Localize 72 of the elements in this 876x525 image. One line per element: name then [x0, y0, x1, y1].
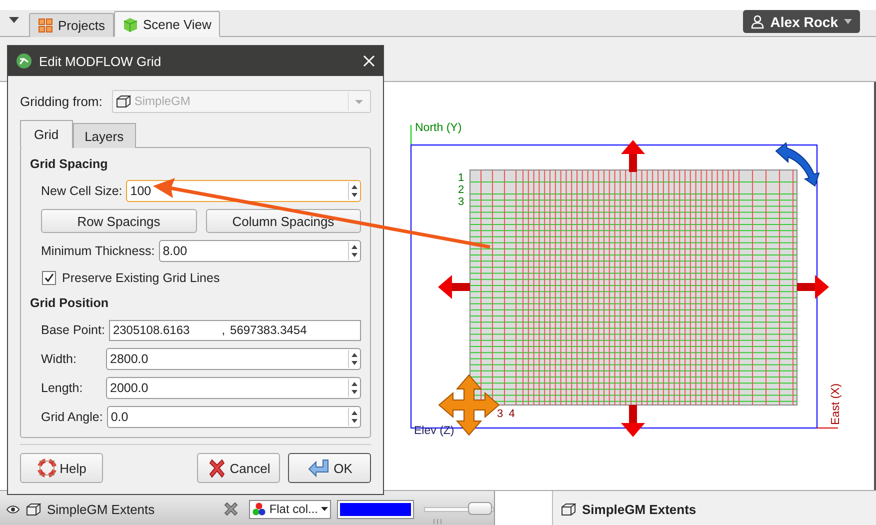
view-tab[interactable]: Scene View: [114, 11, 220, 37]
checkbox[interactable]: [42, 271, 56, 285]
dialog-button[interactable]: OK: [288, 453, 371, 483]
field-label: Length:: [41, 381, 84, 395]
spin-arrows-icon[interactable]: [348, 379, 360, 397]
caret-icon: [844, 18, 852, 24]
field-label: New Cell Size:: [41, 184, 122, 198]
opacity-slider[interactable]: [424, 502, 494, 516]
field-label: Gridding from:: [20, 94, 102, 108]
enter-arrow-icon: [306, 458, 331, 478]
cross-icon: [206, 458, 227, 478]
spacing-button[interactable]: Column Spacings: [206, 209, 361, 233]
lifebuoy-icon: [36, 458, 57, 478]
eye-icon[interactable]: [6, 504, 20, 514]
spin-arrows-icon[interactable]: [348, 242, 360, 260]
spin-arrows-icon[interactable]: [348, 182, 360, 200]
spin-arrows-icon[interactable]: [348, 408, 360, 426]
view-tab[interactable]: Projects: [29, 13, 114, 37]
x-value: 2305108.6163: [112, 323, 190, 337]
dialog-button[interactable]: Help: [20, 453, 103, 483]
spin-field[interactable]: 100: [126, 180, 361, 202]
row-number: 3: [458, 196, 464, 208]
box-icon: [26, 502, 41, 516]
field-label: Base Point:: [41, 323, 105, 337]
separator: ,: [222, 323, 226, 337]
caret-icon: [321, 506, 328, 512]
section-title: Grid Position: [30, 295, 110, 312]
dialog-button[interactable]: Cancel: [197, 453, 280, 483]
panel-title: SimpleGM Extents: [582, 502, 696, 516]
row-number: 1: [458, 172, 464, 184]
grid-icon: [38, 18, 53, 33]
grid-tool-icon: [16, 53, 32, 69]
user-menu[interactable]: Alex Rock: [743, 10, 860, 33]
spin-arrows-icon[interactable]: [348, 350, 360, 368]
spin-field[interactable]: 0.0: [106, 406, 361, 428]
move-handle[interactable]: [438, 275, 470, 299]
axis-label: North (Y): [415, 122, 462, 134]
color-balls-icon: [252, 502, 266, 516]
checkbox-label: Preserve Existing Grid Lines: [62, 271, 220, 285]
dialog-title: Edit MODFLOW Grid: [39, 54, 162, 68]
rotate-handle[interactable]: [776, 142, 820, 186]
style-dropdown[interactable]: Flat col...: [249, 500, 331, 518]
row-number: 2: [458, 184, 464, 196]
y-value: 5697383.3454: [230, 323, 307, 337]
axis-label: East (X): [830, 383, 842, 425]
field-label: Minimum Thickness:: [41, 244, 155, 258]
splitter-grip-icon[interactable]: [433, 519, 442, 524]
color-swatch[interactable]: [337, 500, 414, 518]
point-field[interactable]: 2305108.6163 , 5697383.3454: [108, 320, 361, 340]
person-icon: [751, 14, 764, 28]
column-number: 3: [497, 408, 504, 420]
move-handle[interactable]: [621, 405, 645, 437]
move-handle[interactable]: [797, 275, 829, 299]
column-number: 4: [508, 408, 515, 420]
field-label: Width:: [41, 352, 78, 366]
field-label: Grid Angle:: [41, 410, 103, 424]
slider-thumb[interactable]: [468, 502, 492, 515]
cube-icon: [116, 94, 132, 108]
move-handle[interactable]: [621, 140, 645, 172]
box-icon: [561, 502, 576, 516]
menu-caret-icon[interactable]: [9, 16, 19, 24]
spin-field[interactable]: 2800.0: [106, 348, 361, 370]
dialog-tab[interactable]: Grid: [20, 120, 73, 148]
north-axis: [410, 124, 412, 146]
spacing-button[interactable]: Row Spacings: [41, 209, 196, 233]
dialog-tab[interactable]: Layers: [72, 123, 136, 148]
axis-label: Elev (Z): [414, 425, 454, 437]
layer-name: SimpleGM Extents: [47, 502, 155, 516]
cube-icon: [122, 16, 138, 32]
section-title: Grid Spacing: [30, 156, 109, 173]
spin-field[interactable]: 2000.0: [106, 377, 361, 399]
spin-field[interactable]: 8.00: [158, 240, 361, 262]
